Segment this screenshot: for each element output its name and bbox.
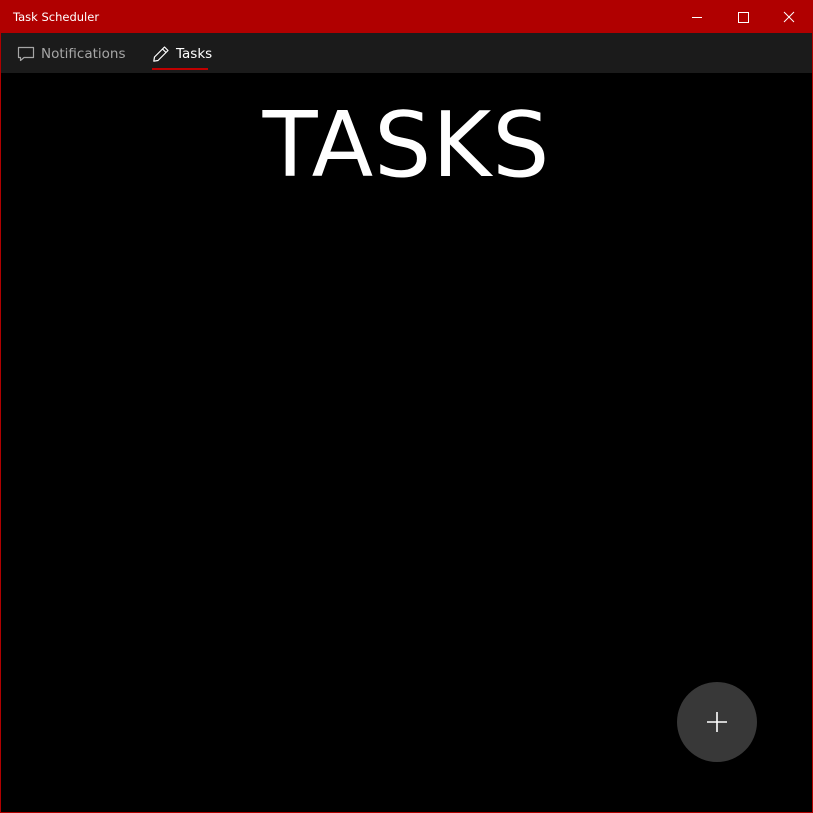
nav-label-tasks: Tasks bbox=[176, 46, 213, 62]
speech-bubble-icon bbox=[17, 46, 35, 62]
maximize-icon bbox=[738, 12, 749, 23]
nav-label-notifications: Notifications bbox=[41, 46, 126, 62]
navigation-bar: Notifications Tasks bbox=[1, 33, 812, 73]
title-bar[interactable]: Task Scheduler bbox=[1, 1, 812, 33]
plus-icon bbox=[707, 712, 727, 732]
page-title: TASKS bbox=[262, 93, 551, 198]
selected-tab-indicator bbox=[152, 68, 208, 70]
pencil-icon bbox=[153, 46, 169, 62]
minimize-icon bbox=[692, 17, 702, 18]
close-button[interactable] bbox=[766, 1, 812, 33]
minimize-button[interactable] bbox=[674, 1, 720, 33]
window-title: Task Scheduler bbox=[13, 10, 100, 24]
nav-item-tasks[interactable]: Tasks bbox=[151, 33, 213, 73]
maximize-button[interactable] bbox=[720, 1, 766, 33]
add-task-button[interactable] bbox=[677, 682, 757, 762]
close-icon bbox=[783, 11, 795, 23]
nav-item-notifications[interactable]: Notifications bbox=[16, 33, 131, 73]
app-window: Task Scheduler Notifications Tasks TASKS bbox=[0, 0, 813, 813]
